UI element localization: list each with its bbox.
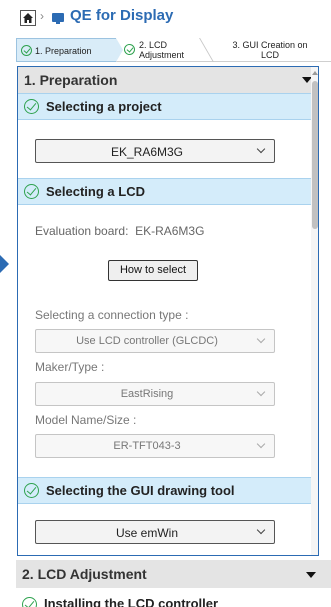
subsection-header-lcd[interactable]: Selecting a LCD <box>18 178 318 205</box>
step-arrow <box>116 38 123 62</box>
chevron-down-icon <box>256 439 266 449</box>
scroll-up-icon[interactable] <box>312 71 318 75</box>
tab-label-line1: 3. GUI Creation on <box>232 40 308 50</box>
check-circle-icon <box>22 597 37 607</box>
connection-type-label: Selecting a connection type : <box>35 308 189 322</box>
subsection-title: Installing the LCD controller <box>44 596 219 607</box>
app-title: QE for Display <box>70 7 174 24</box>
display-icon <box>52 13 64 24</box>
check-icon <box>21 45 32 56</box>
how-to-select-button[interactable]: How to select <box>108 260 198 281</box>
subsection-header-install-lcd[interactable]: Installing the LCD controller <box>16 594 331 607</box>
check-circle-icon <box>24 483 39 498</box>
scrollbar-thumb[interactable] <box>312 81 318 229</box>
check-icon <box>124 44 135 55</box>
tab-label-line1: 2. LCD <box>139 40 168 50</box>
select-value: Use LCD controller (GLCDC) <box>76 335 218 347</box>
select-value: ER-TFT043-3 <box>113 440 181 452</box>
side-marker-arrow <box>0 255 9 273</box>
tab-label: 1. Preparation <box>35 46 92 56</box>
model-name-select[interactable]: ER-TFT043-3 <box>35 434 275 458</box>
board-value: EK-RA6M3G <box>135 224 205 238</box>
connection-type-select[interactable]: Use LCD controller (GLCDC) <box>35 329 275 353</box>
maker-type-label: Maker/Type : <box>35 360 105 374</box>
section-header-lcd-adjustment[interactable]: 2. LCD Adjustment <box>16 560 331 588</box>
subsection-title: Selecting a LCD <box>46 184 145 199</box>
chevron-down-icon <box>256 144 266 154</box>
home-icon <box>23 13 33 23</box>
chevron-down-icon <box>256 334 266 344</box>
tab-gui-creation[interactable]: 3. GUI Creation on LCD <box>211 38 329 62</box>
preparation-section: 1. Preparation Selecting a project EK_RA… <box>17 66 319 556</box>
select-value: Use emWin <box>115 526 178 540</box>
chevron-down-icon <box>256 387 266 397</box>
select-value: EK_RA6M3G <box>110 145 184 159</box>
tab-label: 2. LCD Adjustment <box>139 40 184 60</box>
select-value: EastRising <box>120 388 174 400</box>
tab-preparation[interactable]: 1. Preparation <box>16 38 116 62</box>
tab-label-line2: LCD <box>260 50 279 60</box>
qe-display-panel: › QE for Display 1. Preparation 2. LCD A… <box>16 0 331 607</box>
tab-lcd-adjustment[interactable]: 2. LCD Adjustment <box>124 38 202 62</box>
project-select[interactable]: EK_RA6M3G <box>35 139 275 163</box>
section-title: 2. LCD Adjustment <box>22 566 147 582</box>
section-header-preparation[interactable]: 1. Preparation <box>18 67 318 93</box>
subsection-title: Selecting the GUI drawing tool <box>46 483 235 498</box>
subsection-title: Selecting a project <box>46 99 162 114</box>
gui-tool-select[interactable]: Use emWin <box>35 520 275 544</box>
check-circle-icon <box>24 184 39 199</box>
chevron-down-icon <box>256 525 266 535</box>
collapse-caret-icon <box>306 572 316 578</box>
maker-type-select[interactable]: EastRising <box>35 382 275 406</box>
subsection-header-project[interactable]: Selecting a project <box>18 93 318 120</box>
check-circle-icon <box>24 99 39 114</box>
tab-label: 3. GUI Creation on LCD <box>211 40 329 60</box>
breadcrumb-separator-icon: › <box>40 9 44 23</box>
evaluation-board-label: Evaluation board: EK-RA6M3G <box>35 224 204 238</box>
tab-label-line2: Adjustment <box>139 50 185 60</box>
vertical-scrollbar[interactable] <box>311 67 318 555</box>
home-button[interactable] <box>20 10 36 26</box>
step-navigation: 1. Preparation 2. LCD Adjustment 3. GUI … <box>16 38 331 62</box>
top-bar: › QE for Display <box>16 0 331 36</box>
model-name-label: Model Name/Size : <box>35 413 137 427</box>
board-label-text: Evaluation board: <box>35 224 129 238</box>
subsection-header-gui-tool[interactable]: Selecting the GUI drawing tool <box>18 477 318 504</box>
section-title: 1. Preparation <box>24 72 118 88</box>
